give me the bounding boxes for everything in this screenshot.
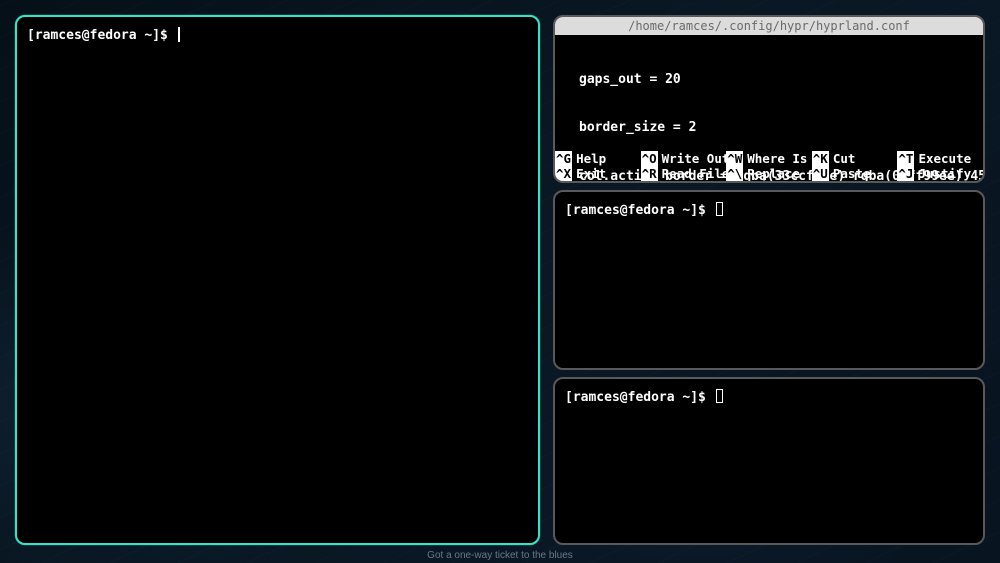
nano-help-item: ^T Execute — [897, 151, 983, 166]
nano-help-item: ^J Justify — [897, 166, 983, 181]
nano-label: Justify — [918, 166, 971, 181]
nano-label: Help — [576, 151, 606, 166]
terminal-secondary-1[interactable]: [ramces@fedora ~]$ — [553, 190, 985, 370]
nano-label: Execute — [918, 151, 971, 166]
nano-help-row: ^X Exit ^R Read File ^\ Replace ^U Paste ^J J… — [555, 166, 983, 181]
nano-help-item: ^K Cut — [812, 151, 898, 166]
nano-key: ^J — [897, 166, 914, 181]
nano-key: ^T — [897, 151, 914, 166]
nano-label: Where Is — [747, 151, 807, 166]
nano-label: Replace — [747, 166, 800, 181]
editor-line: border_size = 2 — [579, 120, 975, 136]
nano-help-item: ^W Where Is — [726, 151, 812, 166]
nano-help-item: ^X Exit — [555, 166, 641, 181]
nano-key: ^U — [812, 166, 829, 181]
nano-key: ^R — [641, 166, 658, 181]
nano-label: Write Out — [662, 151, 727, 166]
nano-key: ^G — [555, 151, 572, 166]
nano-help-item: ^U Paste — [812, 166, 898, 181]
nano-label: Paste — [833, 166, 871, 181]
editor-titlebar: /home/ramces/.config/hypr/hyprland.conf — [555, 17, 983, 35]
status-bar-text: Got a one-way ticket to the blues — [0, 550, 1000, 561]
prompt-line[interactable]: [ramces@fedora ~]$ — [27, 23, 528, 43]
nano-label: Read File — [662, 166, 727, 181]
nano-key: ^K — [812, 151, 829, 166]
nano-help-item: ^G Help — [555, 151, 641, 166]
nano-help-bar: ^G Help ^O Write Out ^W Where Is ^K Cut ^T Ex… — [555, 151, 983, 181]
nano-help-item: ^O Write Out — [641, 151, 727, 166]
nano-key: ^O — [641, 151, 658, 166]
nano-label: Exit — [576, 166, 606, 181]
cursor-icon — [178, 27, 180, 42]
nano-key: ^X — [555, 166, 572, 181]
cursor-icon — [716, 389, 723, 403]
prompt-line[interactable]: [ramces@fedora ~]$ — [565, 385, 973, 405]
terminal-secondary-2[interactable]: [ramces@fedora ~]$ — [553, 377, 985, 545]
shell-prompt: [ramces@fedora ~]$ — [565, 203, 714, 218]
shell-prompt: [ramces@fedora ~]$ — [565, 390, 714, 405]
nano-key: ^\ — [726, 166, 743, 181]
nano-label: Cut — [833, 151, 856, 166]
terminal-main[interactable]: [ramces@fedora ~]$ — [15, 15, 540, 545]
nano-key: ^W — [726, 151, 743, 166]
nano-help-row: ^G Help ^O Write Out ^W Where Is ^K Cut ^T Ex… — [555, 151, 983, 166]
cursor-icon — [716, 202, 723, 216]
shell-prompt: [ramces@fedora ~]$ — [27, 28, 176, 43]
nano-help-item: ^R Read File — [641, 166, 727, 181]
terminal-editor[interactable]: /home/ramces/.config/hypr/hyprland.conf … — [553, 15, 985, 183]
prompt-line[interactable]: [ramces@fedora ~]$ — [565, 198, 973, 218]
editor-line: gaps_out = 20 — [579, 72, 975, 88]
nano-help-item: ^\ Replace — [726, 166, 812, 181]
